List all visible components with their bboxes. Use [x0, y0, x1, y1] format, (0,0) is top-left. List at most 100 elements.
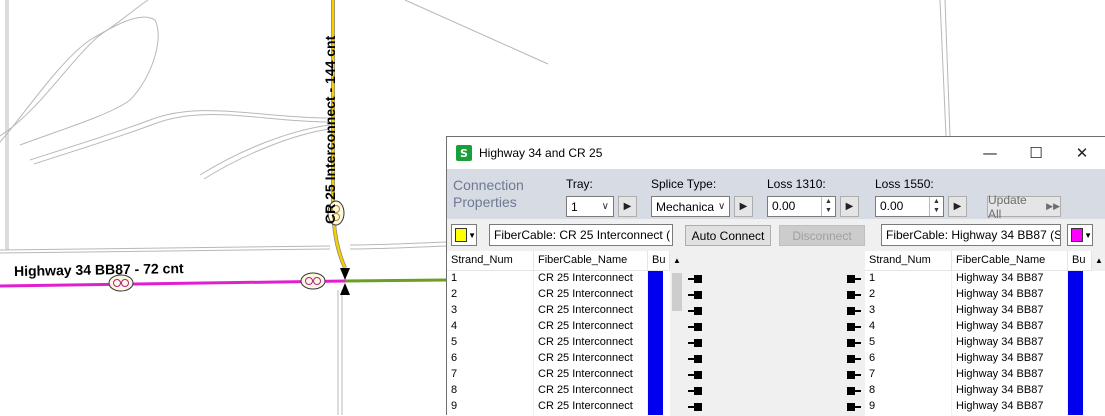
column-header-bu[interactable]: Bu — [1068, 251, 1092, 270]
right-connector-icon[interactable] — [847, 403, 861, 411]
loss1550-input[interactable]: 0.00 ▲ ▼ — [875, 196, 944, 217]
connection-area[interactable] — [684, 251, 865, 416]
scroll-up-icon[interactable]: ▲ — [1092, 256, 1105, 265]
fibercable-name-cell: Highway 34 BB87 — [952, 367, 1068, 383]
right-strand-grid[interactable]: Strand_Num FiberCable_Name Bu 1 Highway 3… — [865, 251, 1105, 416]
table-row[interactable]: 4 Highway 34 BB87 — [865, 319, 1105, 335]
loss1310-input[interactable]: 0.00 ▲ ▼ — [767, 196, 836, 217]
apply-tray-button[interactable]: ▶ — [618, 196, 637, 217]
right-connector-icon[interactable] — [847, 291, 861, 299]
left-strand-grid[interactable]: Strand_Num FiberCable_Name Bu 1 CR 25 Int… — [447, 251, 684, 416]
left-connector-icon[interactable] — [688, 307, 702, 315]
title-bar[interactable]: S Highway 34 and CR 25 — ☐ ✕ — [447, 137, 1105, 169]
splice-app-icon: S — [456, 145, 472, 161]
table-row[interactable]: 4 CR 25 Interconnect — [447, 319, 684, 335]
splice-connection-dialog: S Highway 34 and CR 25 — ☐ ✕ Connection … — [446, 136, 1105, 416]
buffer-color-cell — [1068, 351, 1084, 367]
table-row[interactable]: 3 CR 25 Interconnect — [447, 303, 684, 319]
left-connector-icon[interactable] — [688, 371, 702, 379]
column-header-strand-num[interactable]: Strand_Num — [865, 251, 952, 270]
strand-num-cell: 8 — [865, 383, 952, 399]
fibercable-name-cell: Highway 34 BB87 — [952, 271, 1068, 287]
splice-symbol-icon — [108, 274, 134, 292]
scroll-up-icon[interactable]: ▲ — [670, 256, 684, 265]
update-all-button[interactable]: Update All ▶▶ — [987, 193, 1061, 221]
left-connector-icon[interactable] — [688, 323, 702, 331]
table-row[interactable]: 7 Highway 34 BB87 — [865, 367, 1105, 383]
table-row[interactable]: 1 Highway 34 BB87 — [865, 271, 1105, 287]
left-grid-scrollbar[interactable]: ▲ — [670, 251, 684, 416]
right-connector-icon[interactable] — [847, 355, 861, 363]
spinner-arrows-icon[interactable]: ▲ ▼ — [821, 197, 835, 216]
left-connector-icon[interactable] — [688, 275, 702, 283]
apply-splice-type-button[interactable]: ▶ — [734, 196, 753, 217]
splice-type-select[interactable]: Mechanica ∨ — [651, 196, 730, 217]
left-connector-icon[interactable] — [688, 291, 702, 299]
right-grid-scrollbar[interactable]: ▲ — [1092, 251, 1105, 271]
strand-num-cell: 3 — [447, 303, 534, 319]
right-connector-icon[interactable] — [847, 323, 861, 331]
buffer-color-cell — [648, 399, 664, 415]
fibercable-name-cell: CR 25 Interconnect — [534, 367, 648, 383]
table-row[interactable]: 6 Highway 34 BB87 — [865, 351, 1105, 367]
tray-select[interactable]: 1 ∨ — [566, 196, 614, 217]
maximize-icon[interactable]: ☐ — [1013, 137, 1059, 169]
loss1310-label: Loss 1310: — [767, 177, 826, 191]
right-connector-icon[interactable] — [847, 371, 861, 379]
left-grid-header: Strand_Num FiberCable_Name Bu — [447, 251, 684, 271]
table-row[interactable]: 9 Highway 34 BB87 — [865, 399, 1105, 415]
table-row[interactable]: 6 CR 25 Interconnect — [447, 351, 684, 367]
table-row[interactable]: 1 CR 25 Interconnect — [447, 271, 684, 287]
left-cable-select[interactable]: FiberCable: CR 25 Interconnect (∨ — [489, 224, 673, 246]
left-connector-icon[interactable] — [688, 339, 702, 347]
fibercable-name-cell: Highway 34 BB87 — [952, 399, 1068, 415]
column-header-fibercable-name[interactable]: FiberCable_Name — [952, 251, 1068, 270]
loss1550-label: Loss 1550: — [875, 177, 934, 191]
left-connector-icon[interactable] — [688, 403, 702, 411]
disconnect-button[interactable]: Disconnect — [779, 225, 865, 246]
right-connector-icon[interactable] — [847, 275, 861, 283]
right-connector-icon[interactable] — [847, 339, 861, 347]
spinner-arrows-icon[interactable]: ▲ ▼ — [929, 197, 943, 216]
table-row[interactable]: 5 CR 25 Interconnect — [447, 335, 684, 351]
strand-num-cell: 5 — [447, 335, 534, 351]
strand-num-cell: 2 — [447, 287, 534, 303]
buffer-color-cell — [1068, 319, 1084, 335]
right-cable-select[interactable]: FiberCable: Highway 34 BB87 (S∨ — [881, 224, 1061, 246]
table-row[interactable]: 5 Highway 34 BB87 — [865, 335, 1105, 351]
strand-num-cell: 2 — [865, 287, 952, 303]
table-row[interactable]: 2 CR 25 Interconnect — [447, 287, 684, 303]
apply-loss1310-button[interactable]: ▶ — [840, 196, 859, 217]
minimize-icon[interactable]: — — [967, 137, 1013, 169]
table-row[interactable]: 7 CR 25 Interconnect — [447, 367, 684, 383]
right-grid-header: Strand_Num FiberCable_Name Bu — [865, 251, 1105, 271]
right-cable-value: FiberCable: Highway 34 BB87 (S — [886, 228, 1061, 242]
table-row[interactable]: 3 Highway 34 BB87 — [865, 303, 1105, 319]
scrollbar-thumb[interactable] — [672, 273, 682, 311]
splice-type-value: Mechanica — [656, 199, 715, 214]
right-connector-icon[interactable] — [847, 387, 861, 395]
tray-label: Tray: — [566, 177, 593, 191]
auto-connect-button[interactable]: Auto Connect — [685, 225, 771, 246]
strand-num-cell: 7 — [865, 367, 952, 383]
left-grid-rows: 1 CR 25 Interconnect 2 CR 25 Interconnect 3 C… — [447, 271, 684, 415]
right-connector-icon[interactable] — [847, 307, 861, 315]
close-icon[interactable]: ✕ — [1059, 137, 1105, 169]
table-row[interactable]: 8 CR 25 Interconnect — [447, 383, 684, 399]
update-all-label: Update All — [988, 192, 1027, 221]
column-header-bu[interactable]: Bu — [648, 251, 670, 270]
table-row[interactable]: 8 Highway 34 BB87 — [865, 383, 1105, 399]
left-connector-icon[interactable] — [688, 355, 702, 363]
dropdown-arrow-icon: ▼ — [468, 230, 476, 240]
fast-forward-icon: ▶▶ — [1046, 201, 1060, 211]
right-color-picker[interactable]: ▼ — [1067, 224, 1093, 246]
table-row[interactable]: 9 CR 25 Interconnect — [447, 399, 684, 415]
left-color-picker[interactable]: ▼ — [451, 224, 477, 246]
column-header-strand-num[interactable]: Strand_Num — [447, 251, 534, 270]
splice-type-label: Splice Type: — [651, 177, 717, 191]
buffer-color-cell — [648, 287, 664, 303]
apply-loss1550-button[interactable]: ▶ — [948, 196, 967, 217]
left-connector-icon[interactable] — [688, 387, 702, 395]
column-header-fibercable-name[interactable]: FiberCable_Name — [534, 251, 648, 270]
table-row[interactable]: 2 Highway 34 BB87 — [865, 287, 1105, 303]
